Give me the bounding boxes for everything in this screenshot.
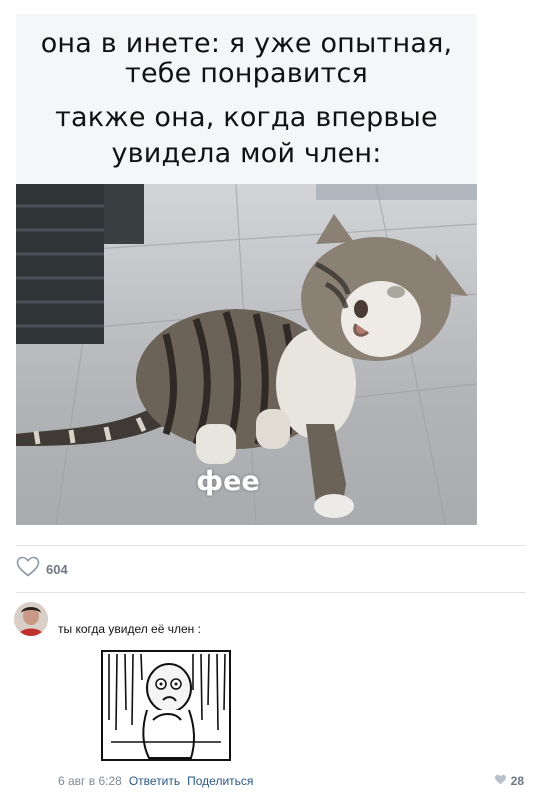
heart-outline-icon <box>16 556 40 582</box>
comment-date[interactable]: 6 авг в 6:28 <box>58 774 122 788</box>
like-button[interactable]: 604 <box>16 556 68 582</box>
heart-filled-icon <box>494 774 507 788</box>
meme-caption: она в инете: я уже опытная, тебе понрави… <box>16 14 477 184</box>
divider <box>16 592 526 593</box>
comment-footer: 6 авг в 6:28 Ответить Поделиться <box>58 774 253 788</box>
caption-line: тебе понравится <box>125 58 368 89</box>
comment-image[interactable] <box>101 650 231 761</box>
reply-link[interactable]: Ответить <box>129 774 180 788</box>
photo-label: фее <box>196 466 260 497</box>
likes-count: 604 <box>46 561 68 577</box>
divider <box>16 545 526 546</box>
share-link[interactable]: Поделиться <box>187 774 253 788</box>
comment-like-button[interactable]: 28 <box>494 774 524 788</box>
caption-line: она в инете: я уже опытная, <box>40 28 453 59</box>
comment-likes-count: 28 <box>510 774 524 788</box>
caption-line: также она, когда впервые <box>55 102 438 133</box>
avatar[interactable] <box>14 602 48 636</box>
caption-line: увидела мой член: <box>111 138 382 169</box>
comment-text: ты когда увидел её член : <box>58 622 201 636</box>
cat-photo: фее <box>16 184 477 525</box>
post-image[interactable]: она в инете: я уже опытная, тебе понрави… <box>16 14 477 525</box>
